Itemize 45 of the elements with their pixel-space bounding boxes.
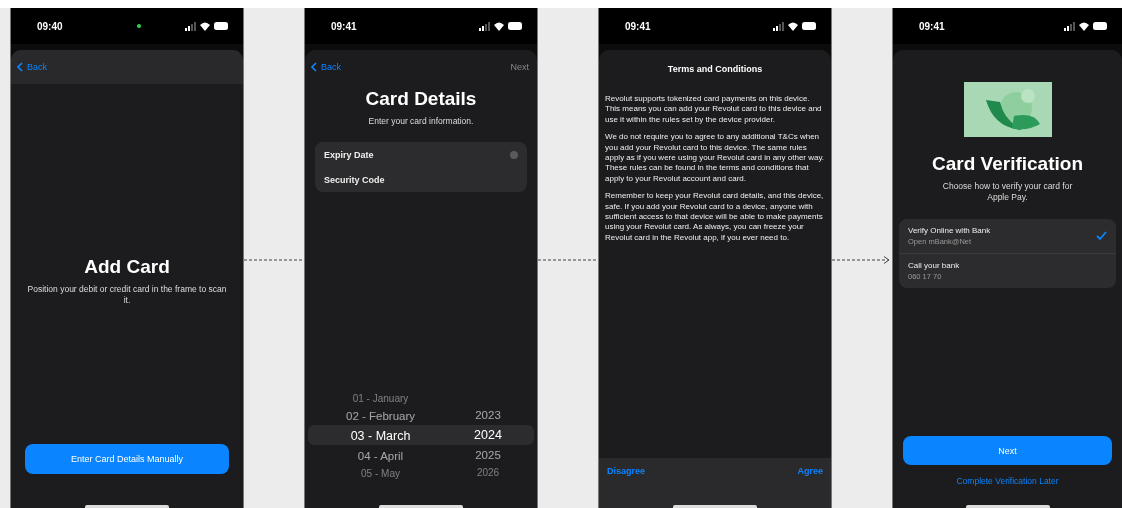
status-icons [185,21,229,31]
year-option[interactable]: 2024 [474,425,502,445]
terms-paragraph: We do not require you to agree to any additional T&Cs when you add your Revolut card to this device. The same rules apply as if you were using your Revolut card in any other way. These rules can be found in the terms and conditions that apply to your Revolut account and card. [605,132,825,185]
screen-title: Card Details [364,88,478,110]
month-option[interactable]: 02 - February [346,406,415,426]
enter-manually-button[interactable]: Enter Card Details Manually [25,444,229,474]
year-option[interactable]: 2026 [476,465,500,481]
status-icons [1064,21,1108,31]
connector-line [244,259,304,261]
status-time: 09:40 [37,20,64,32]
field-label: Security Code [324,174,385,185]
back-button[interactable]: Back [311,62,341,72]
status-time: 09:41 [919,20,946,32]
month-option[interactable]: 01 - January [352,392,409,406]
checkmark-icon [1096,231,1107,241]
chevron-left-icon [17,62,23,72]
field-label: Expiry Date [324,149,374,160]
chevron-left-icon [311,62,317,72]
month-option[interactable]: 05 - May [361,466,400,482]
clear-icon[interactable] [510,150,518,159]
terms-paragraph: Revolut supports tokenized card payments on this device. This means you can add your Revolut card to this device and use it within the rules set by the device provider. [605,94,823,126]
agree-button[interactable]: Agree [797,466,823,476]
arrow [832,256,892,264]
status-time: 09:41 [625,20,652,32]
terms-paragraph: Remember to keep your Revolut card details, and this device, safe. If you add your Revolut card to a device, anyone with sufficient access to that device will be able to make payments using your Revolut card. As always, you can freeze your Revolut card in the Revolut app, if you ever need to. [605,191,825,244]
screen-title: Terms and Conditions [666,64,764,74]
status-time: 09:41 [331,20,358,32]
verify-later-link[interactable]: Complete Verification Later [956,476,1059,486]
year-option[interactable]: 2023 [475,405,501,425]
screen-title: Add Card [84,255,170,278]
form-field[interactable]: Security Code [315,167,527,193]
year-option[interactable]: 2025 [475,445,501,465]
screen-subtitle: Enter your card information. [367,116,475,128]
screen-title: Card Verification [931,153,1084,175]
month-option[interactable]: 03 - March [350,426,411,446]
month-option[interactable]: 04 - April [357,446,404,466]
status-icons [773,21,817,31]
disagree-button[interactable]: Disagree [607,466,646,476]
back-button[interactable]: Back [17,62,47,72]
connector-line [538,259,598,261]
screen-subtitle: Choose how to verify your card for Apple Pay. [941,181,1074,204]
status-icons [479,21,523,31]
form-field[interactable]: Expiry Date [315,142,527,168]
next-button[interactable]: Next [903,436,1112,465]
screen-subtitle: Position your debit or credit card in the frame to scan it. [27,283,227,307]
